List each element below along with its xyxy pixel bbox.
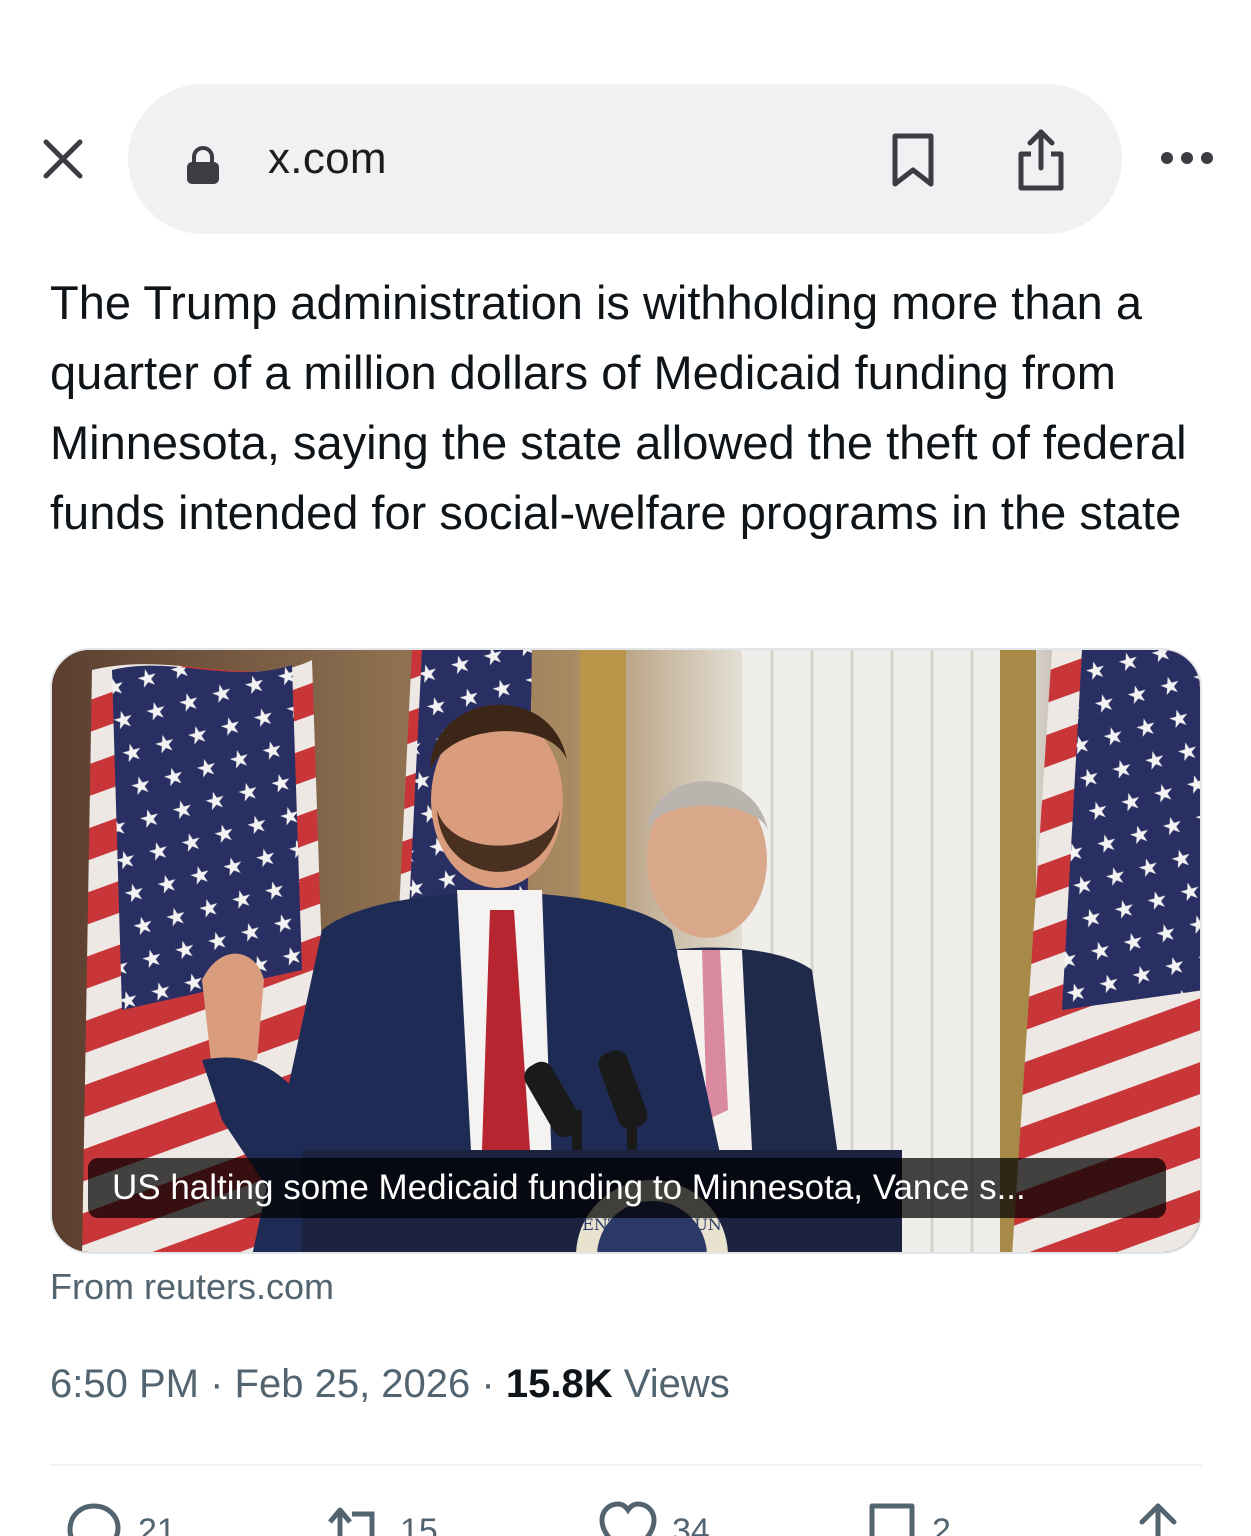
lock-icon xyxy=(187,146,219,184)
heart-icon xyxy=(599,1501,657,1536)
close-icon xyxy=(43,139,83,179)
link-card[interactable]: ★ xyxy=(50,648,1202,1254)
reply-count: 21 xyxy=(138,1512,176,1536)
bookmark-icon xyxy=(869,1503,915,1536)
meta-separator: · xyxy=(481,1362,495,1406)
reply-button[interactable]: 21 xyxy=(64,1500,176,1536)
share-icon[interactable] xyxy=(1014,128,1068,192)
repost-icon xyxy=(328,1507,375,1536)
share-icon xyxy=(1139,1503,1177,1536)
repost-button[interactable]: 15 xyxy=(326,1500,438,1536)
tweet-time[interactable]: 6:50 PM xyxy=(50,1362,199,1406)
like-button[interactable]: 34 xyxy=(598,1500,710,1536)
tweet-meta: 6:50 PM · Feb 25, 2026 · 15.8K Views xyxy=(50,1362,730,1407)
bookmark-count: 2 xyxy=(932,1512,951,1536)
share-button[interactable] xyxy=(1132,1500,1184,1536)
action-bar: 21 15 34 2 xyxy=(0,1500,1251,1536)
bookmark-action-button[interactable]: 2 xyxy=(866,1500,951,1536)
more-icon[interactable] xyxy=(1158,148,1216,168)
divider xyxy=(50,1464,1202,1466)
tweet-date[interactable]: Feb 25, 2026 xyxy=(235,1362,471,1406)
bookmark-icon[interactable] xyxy=(890,132,936,188)
card-caption: US halting some Medicaid funding to Minn… xyxy=(88,1158,1166,1218)
url-text[interactable]: x.com xyxy=(268,134,387,184)
tweet-text: The Trump administration is withholding … xyxy=(50,276,1187,539)
views-label: Views xyxy=(623,1362,730,1406)
close-button[interactable] xyxy=(40,136,86,182)
browser-top-bar: x.com xyxy=(0,0,1251,260)
repost-count: 15 xyxy=(400,1512,438,1536)
views-count: 15.8K xyxy=(505,1362,613,1406)
card-source[interactable]: From reuters.com xyxy=(50,1266,334,1308)
reply-icon xyxy=(67,1503,121,1536)
like-count: 34 xyxy=(672,1512,710,1536)
meta-separator: · xyxy=(210,1362,224,1406)
